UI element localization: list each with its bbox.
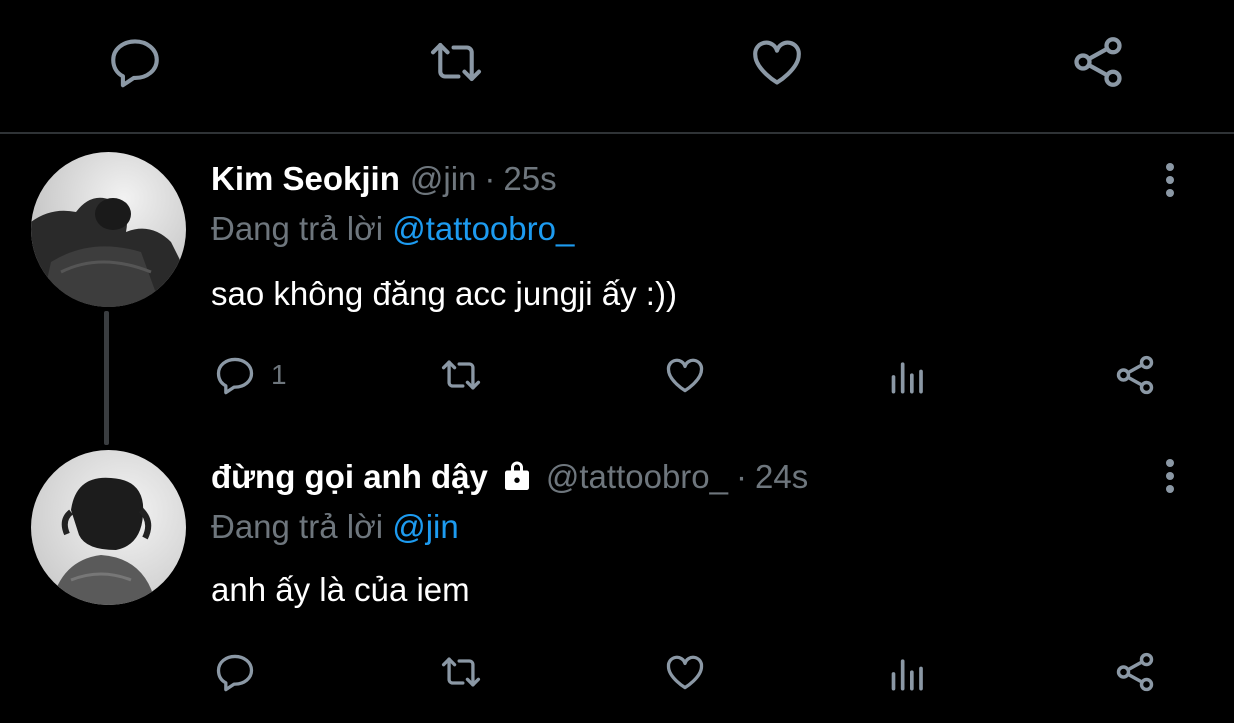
avatar[interactable] [31,450,186,605]
thread-line [104,311,109,445]
analytics-icon [891,659,923,691]
tweet-text: anh ấy là của iem [211,571,470,608]
tweet-thread-screen: Kim Seokjin @jin · 25s Đang trả lời @tat… [0,0,1234,723]
like-button[interactable] [662,647,708,697]
reply-button[interactable]: 1 [213,350,287,400]
retweet-button[interactable] [436,350,486,400]
like-button[interactable] [662,350,708,400]
retweet-button[interactable] [424,30,488,94]
replying-to-label: Đang trả lời [211,508,384,545]
divider [0,132,1234,134]
reply-icon [216,654,254,692]
mention-link[interactable]: @tattoobro_ [392,210,574,247]
author-handle[interactable]: @jin [410,160,477,198]
retweet-icon [441,360,481,390]
like-icon [753,40,801,85]
analytics-button[interactable] [888,352,932,402]
analytics-icon [891,362,923,394]
reply-button[interactable] [103,30,167,94]
reply-count: 1 [271,359,287,390]
author-handle[interactable]: @tattoobro_ [546,458,728,496]
share-icon [1074,37,1122,87]
replying-to-label: Đang trả lời [211,210,384,247]
like-button[interactable] [745,30,809,94]
retweet-icon [430,43,482,81]
share-button[interactable] [1112,647,1158,697]
share-button[interactable] [1066,30,1130,94]
retweet-icon [441,657,481,687]
reply-icon [111,39,159,88]
more-options-button[interactable] [1152,452,1188,500]
like-icon [666,655,704,690]
parent-tweet-actions [0,0,1234,133]
more-options-button[interactable] [1152,156,1188,204]
timestamp[interactable]: 24s [755,458,808,496]
share-icon [1116,355,1154,395]
replying-to: Đang trả lời @tattoobro_ [211,210,574,248]
replying-to: Đang trả lời @jin [211,508,459,546]
tweet-header: đừng gọi anh dậy @tattoobro_ · 24s [211,458,808,500]
tweet-text: sao không đăng acc jungji ấy :)) [211,275,677,312]
more-vertical-icon [1166,459,1174,493]
timestamp[interactable]: 25s [503,160,556,198]
tweet-header: Kim Seokjin @jin · 25s [211,160,557,202]
author-name[interactable]: đừng gọi anh dậy [211,458,488,496]
analytics-button[interactable] [888,649,932,699]
share-icon [1116,652,1154,692]
lock-icon [498,457,536,501]
like-icon [666,358,704,393]
retweet-button[interactable] [436,647,486,697]
author-name[interactable]: Kim Seokjin [211,160,400,198]
avatar[interactable] [31,152,186,307]
reply-button[interactable] [213,647,271,697]
reply-icon [216,357,254,395]
share-button[interactable] [1112,350,1158,400]
separator-dot: · [736,458,748,495]
more-vertical-icon [1166,163,1174,197]
separator-dot: · [484,160,496,197]
mention-link[interactable]: @jin [392,508,459,545]
